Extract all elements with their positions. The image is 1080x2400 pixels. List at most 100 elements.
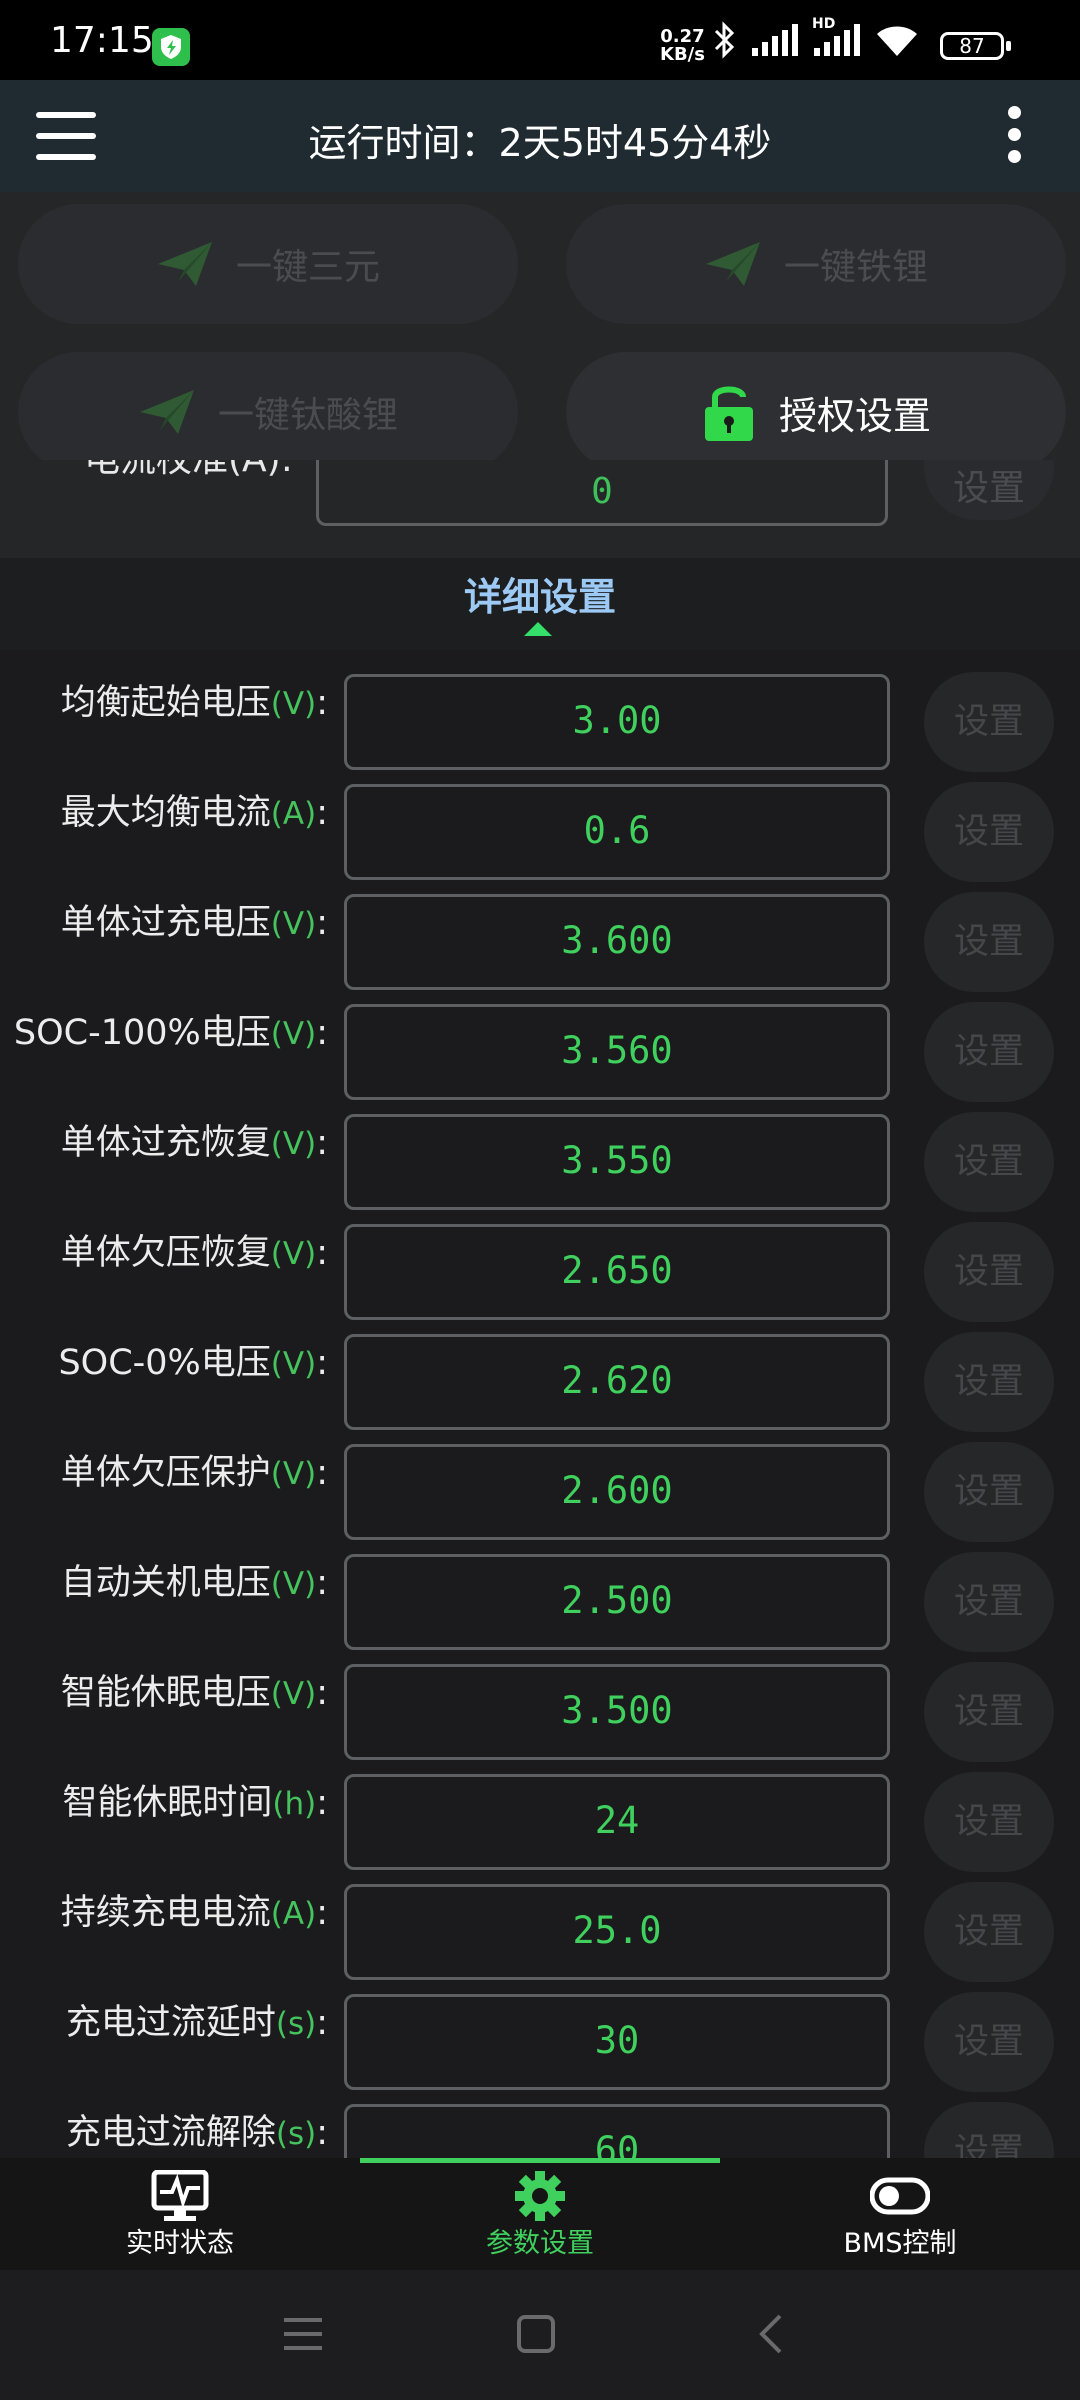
setting-value-input[interactable]: 3.600: [344, 894, 890, 990]
set-button[interactable]: 设置: [924, 782, 1054, 882]
colon: :: [316, 1453, 328, 1493]
set-button[interactable]: 设置: [924, 892, 1054, 992]
setting-value-input[interactable]: 24: [344, 1774, 890, 1870]
speed-unit: KB/s: [660, 44, 705, 65]
set-button[interactable]: 设置: [924, 1112, 1054, 1212]
setting-unit: (h): [272, 1786, 317, 1822]
tab-bms-control[interactable]: BMS控制: [720, 2166, 1080, 2270]
section-title: 详细设置: [463, 575, 616, 619]
setting-unit: (A): [270, 1896, 317, 1932]
back-icon[interactable]: [756, 2312, 786, 2356]
gear-icon: [515, 2171, 565, 2221]
colon: :: [316, 1343, 328, 1383]
set-button[interactable]: 设置: [924, 1992, 1054, 2092]
colon: :: [316, 1673, 328, 1713]
colon: :: [316, 2003, 328, 2043]
setting-unit: (V): [270, 1126, 317, 1162]
current-calibration-input[interactable]: 0: [316, 460, 888, 526]
setting-unit: (s): [275, 2006, 317, 2042]
setting-row: 单体欠压恢复(V): 2.650 设置: [0, 1200, 1080, 1322]
setting-row: 持续充电电流(A): 25.0 设置: [0, 1860, 1080, 1982]
more-vertical-icon[interactable]: [1000, 106, 1030, 166]
paper-plane-icon: [705, 242, 760, 286]
setting-value-input[interactable]: 30: [344, 1994, 890, 2090]
setting-label: 均衡起始电压(V):: [60, 683, 328, 723]
settings-list[interactable]: 均衡起始电压(V): 3.00 设置 最大均衡电流(A): 0.6 设置 单体过…: [0, 650, 1080, 2158]
auth-settings-label: 授权设置: [778, 393, 931, 438]
setting-unit: (V): [270, 1566, 317, 1602]
setting-label: 单体过充恢复(V):: [60, 1123, 328, 1163]
detail-settings-header[interactable]: 详细设置: [0, 558, 1080, 650]
wifi-icon: [877, 26, 917, 56]
quick-ternary-button[interactable]: 一键三元: [18, 204, 518, 324]
quick-lfp-button[interactable]: 一键铁锂: [566, 204, 1066, 324]
paper-plane-icon: [139, 390, 194, 434]
set-button[interactable]: 设置: [924, 1332, 1054, 1432]
set-button[interactable]: 设置: [924, 1882, 1054, 1982]
set-button[interactable]: 设置: [924, 1552, 1054, 1652]
setting-value-input[interactable]: 2.650: [344, 1224, 890, 1320]
setting-row: 自动关机电压(V): 2.500 设置: [0, 1530, 1080, 1652]
set-button[interactable]: 设置: [924, 672, 1054, 772]
setting-value-input[interactable]: 2.600: [344, 1444, 890, 1540]
setting-row: 充电过流延时(s): 30 设置: [0, 1970, 1080, 2092]
setting-label: 最大均衡电流(A):: [60, 793, 328, 833]
colon: :: [316, 1893, 328, 1933]
tab-label: 实时状态: [126, 2228, 234, 2259]
recent-apps-icon[interactable]: [282, 2314, 324, 2354]
setting-value-input[interactable]: 3.550: [344, 1114, 890, 1210]
set-button[interactable]: 设置: [924, 1002, 1054, 1102]
colon: :: [316, 793, 328, 833]
setting-unit: (s): [275, 2116, 317, 2152]
set-button[interactable]: 设置: [924, 2102, 1054, 2158]
tab-realtime-status[interactable]: 实时状态: [0, 2166, 360, 2270]
system-navigation-bar: [0, 2270, 1080, 2400]
setting-label: 充电过流解除(s):: [65, 2113, 328, 2153]
bluetooth-icon: [714, 21, 735, 59]
toggle-switch-icon: [870, 2177, 930, 2215]
security-shield-icon: [152, 28, 190, 66]
set-button[interactable]: 设置: [924, 1222, 1054, 1322]
setting-label: 持续充电电流(A):: [60, 1893, 328, 1933]
setting-value-input[interactable]: 3.560: [344, 1004, 890, 1100]
setting-value-input[interactable]: 60: [344, 2104, 890, 2158]
auth-settings-button[interactable]: 授权设置: [566, 352, 1066, 472]
current-calibration-set-button[interactable]: 设置: [924, 460, 1054, 520]
setting-unit: (V): [270, 1456, 317, 1492]
set-button[interactable]: 设置: [924, 1772, 1054, 1872]
signal-hd-icon: HD: [812, 16, 862, 58]
setting-unit: (V): [270, 1016, 317, 1052]
setting-value-input[interactable]: 25.0: [344, 1884, 890, 1980]
setting-unit: (V): [270, 906, 317, 942]
set-button[interactable]: 设置: [924, 1442, 1054, 1542]
setting-row: 单体过充电压(V): 3.600 设置: [0, 870, 1080, 992]
setting-value-input[interactable]: 2.500: [344, 1554, 890, 1650]
tab-parameter-settings[interactable]: 参数设置: [360, 2166, 720, 2270]
runtime-title: 运行时间：2天5时45分4秒: [308, 121, 772, 165]
setting-label: 单体欠压恢复(V):: [60, 1233, 328, 1273]
colon: :: [316, 2113, 328, 2153]
setting-unit: (A): [270, 796, 317, 832]
setting-unit: (V): [270, 1236, 317, 1272]
setting-row: 单体过充恢复(V): 3.550 设置: [0, 1090, 1080, 1212]
setting-value-input[interactable]: 2.620: [344, 1334, 890, 1430]
set-button[interactable]: 设置: [924, 1662, 1054, 1762]
setting-value-input[interactable]: 0.6: [344, 784, 890, 880]
quick-lfp-label: 一键铁锂: [783, 247, 928, 288]
collapse-arrow-icon: [524, 622, 552, 636]
setting-unit: (V): [270, 1346, 317, 1382]
colon: :: [316, 1563, 328, 1603]
setting-label: 单体欠压保护(V):: [60, 1453, 328, 1493]
quick-lto-label: 一键钛酸锂: [217, 395, 398, 436]
current-calibration-row: 0 设置 电流校准(A):: [0, 460, 1080, 558]
setting-value-input[interactable]: 3.00: [344, 674, 890, 770]
network-speed: 0.27 KB/s: [660, 28, 705, 64]
setting-row: 均衡起始电压(V): 3.00 设置: [0, 650, 1080, 772]
home-icon[interactable]: [516, 2314, 556, 2354]
setting-row: 单体欠压保护(V): 2.600 设置: [0, 1420, 1080, 1542]
paper-plane-icon: [157, 242, 212, 286]
setting-value-input[interactable]: 3.500: [344, 1664, 890, 1760]
quick-lto-button[interactable]: 一键钛酸锂: [18, 352, 518, 472]
setting-row: 充电过流解除(s): 60 设置: [0, 2080, 1080, 2158]
quick-ternary-label: 一键三元: [235, 247, 380, 288]
